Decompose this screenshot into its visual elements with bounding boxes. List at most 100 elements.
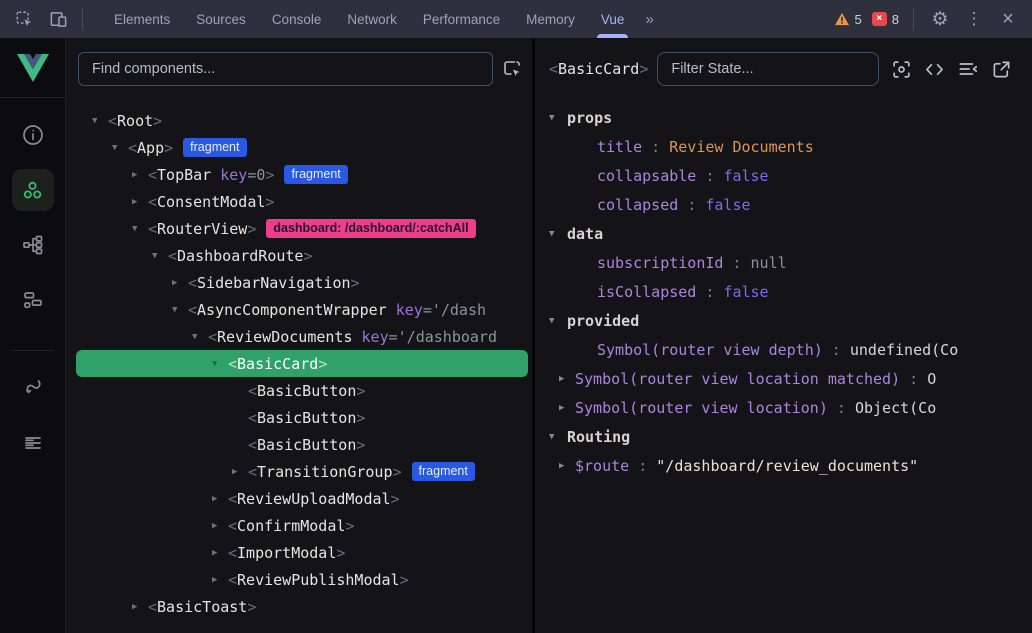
open-in-editor-icon[interactable] — [991, 59, 1012, 80]
find-components-searchbox[interactable] — [78, 52, 493, 86]
collapse-lines-icon[interactable] — [957, 58, 979, 80]
settings-gear-icon[interactable]: ⚙ — [928, 8, 952, 31]
caret-right-icon[interactable]: ▶ — [559, 403, 575, 413]
sidebar-item-info[interactable] — [12, 114, 54, 156]
state-row-subscriptionid[interactable]: subscriptionId : null — [535, 248, 1032, 277]
section-header-data[interactable]: ▼data — [535, 219, 1032, 248]
state-value[interactable]: Object(Co — [855, 399, 936, 417]
state-row-collapsable[interactable]: collapsable : false — [535, 161, 1032, 190]
state-value[interactable]: false — [705, 196, 750, 214]
tree-row-ReviewPublishModal[interactable]: ▶<ReviewPublishModal> — [76, 566, 528, 593]
info-icon — [21, 123, 45, 147]
sidebar-item-plugins[interactable] — [12, 422, 54, 464]
component-tag: <ReviewDocuments key='/dashboard — [208, 328, 497, 346]
state-value[interactable]: "/dashboard/review_documents" — [656, 457, 918, 475]
caret-right-icon[interactable]: ▶ — [132, 197, 148, 207]
tree-row-BasicButton[interactable]: <BasicButton> — [76, 431, 528, 458]
state-value[interactable]: null — [751, 254, 787, 272]
caret-right-icon[interactable]: ▶ — [232, 467, 248, 477]
select-component-in-page-icon[interactable] — [502, 59, 522, 79]
state-row-symbol-router-view-location-[interactable]: ▶Symbol(router view location) : Object(C… — [535, 393, 1032, 422]
sidebar-item-components[interactable] — [12, 169, 54, 211]
state-value[interactable]: undefined(Co — [850, 341, 958, 359]
state-row-collapsed[interactable]: collapsed : false — [535, 190, 1032, 219]
caret-down-icon[interactable]: ▼ — [549, 229, 567, 239]
caret-down-icon[interactable]: ▼ — [132, 224, 148, 234]
tree-row-BasicCard[interactable]: ▼<BasicCard> — [76, 350, 528, 377]
tree-row-SidebarNavigation[interactable]: ▶<SidebarNavigation> — [76, 269, 528, 296]
tree-row-ReviewDocuments[interactable]: ▼<ReviewDocuments key='/dashboard — [76, 323, 528, 350]
caret-right-icon[interactable]: ▶ — [212, 548, 228, 558]
tree-row-ImportModal[interactable]: ▶<ImportModal> — [76, 539, 528, 566]
sidebar-item-custom-inspector[interactable] — [12, 279, 54, 321]
tree-row-BasicToast[interactable]: ▶<BasicToast> — [76, 593, 528, 620]
more-tabs-button[interactable]: » — [637, 11, 659, 28]
tree-row-ConsentModal[interactable]: ▶<ConsentModal> — [76, 188, 528, 215]
tree-row-App[interactable]: ▼<App>fragment — [76, 134, 528, 161]
warnings-indicator[interactable]: 5 — [834, 12, 862, 27]
caret-down-icon[interactable]: ▼ — [549, 316, 567, 326]
sidebar-divider — [12, 350, 54, 351]
close-devtools-icon[interactable]: × — [996, 8, 1020, 31]
tab-elements[interactable]: Elements — [101, 0, 183, 38]
caret-right-icon[interactable]: ▶ — [132, 602, 148, 612]
tab-network[interactable]: Network — [334, 0, 410, 38]
state-value[interactable]: false — [723, 283, 768, 301]
tab-vue[interactable]: Vue — [588, 0, 638, 38]
state-value[interactable]: false — [723, 167, 768, 185]
tree-row-RouterView[interactable]: ▼<RouterView>dashboard: /dashboard/:catc… — [76, 215, 528, 242]
tab-console[interactable]: Console — [259, 0, 335, 38]
tree-row-TransitionGroup[interactable]: ▶<TransitionGroup>fragment — [76, 458, 528, 485]
state-row-$route[interactable]: ▶$route : "/dashboard/review_documents" — [535, 451, 1032, 480]
tree-row-Root[interactable]: ▼<Root> — [76, 107, 528, 134]
caret-right-icon[interactable]: ▶ — [212, 494, 228, 504]
caret-right-icon[interactable]: ▶ — [212, 521, 228, 531]
tree-row-AsyncComponentWrapper[interactable]: ▼<AsyncComponentWrapper key='/dash — [76, 296, 528, 323]
caret-right-icon[interactable]: ▶ — [172, 278, 188, 288]
tree-row-BasicButton[interactable]: <BasicButton> — [76, 377, 528, 404]
section-header-provided[interactable]: ▼provided — [535, 306, 1032, 335]
tab-sources[interactable]: Sources — [183, 0, 259, 38]
vue-logo — [0, 39, 65, 97]
section-header-props[interactable]: ▼props — [535, 103, 1032, 132]
tab-memory[interactable]: Memory — [513, 0, 588, 38]
find-components-input[interactable] — [90, 60, 481, 78]
tree-row-BasicButton[interactable]: <BasicButton> — [76, 404, 528, 431]
tree-row-ConfirmModal[interactable]: ▶<ConfirmModal> — [76, 512, 528, 539]
tab-performance[interactable]: Performance — [410, 0, 513, 38]
inspect-dom-icon[interactable] — [924, 59, 945, 80]
caret-right-icon[interactable]: ▶ — [559, 374, 575, 384]
state-row-title[interactable]: title : Review Documents — [535, 132, 1032, 161]
tree-row-ReviewUploadModal[interactable]: ▶<ReviewUploadModal> — [76, 485, 528, 512]
state-row-symbol-router-view-location-matched-[interactable]: ▶Symbol(router view location matched) : … — [535, 364, 1032, 393]
state-row-symbol-router-view-depth-[interactable]: Symbol(router view depth) : undefined(Co — [535, 335, 1032, 364]
state-row-iscollapsed[interactable]: isCollapsed : false — [535, 277, 1032, 306]
state-key: collapsable — [597, 167, 696, 185]
caret-down-icon[interactable]: ▼ — [212, 359, 228, 369]
sidebar-item-component-tree[interactable] — [12, 224, 54, 266]
filter-state-box[interactable] — [657, 52, 879, 86]
inspect-element-icon[interactable] — [10, 5, 38, 33]
device-toolbar-icon[interactable] — [44, 5, 72, 33]
caret-down-icon[interactable]: ▼ — [152, 251, 168, 261]
caret-right-icon[interactable]: ▶ — [212, 575, 228, 585]
section-header-routing[interactable]: ▼Routing — [535, 422, 1032, 451]
kebab-menu-icon[interactable]: ⋮ — [962, 9, 986, 29]
caret-down-icon[interactable]: ▼ — [549, 432, 567, 442]
caret-down-icon[interactable]: ▼ — [549, 113, 567, 123]
state-value[interactable]: O — [927, 370, 936, 388]
errors-indicator[interactable]: × 8 — [872, 12, 899, 27]
sidebar-item-timeline[interactable] — [12, 367, 54, 409]
caret-right-icon[interactable]: ▶ — [559, 461, 575, 471]
fragment-badge: fragment — [183, 138, 246, 157]
filter-state-input[interactable] — [669, 60, 867, 78]
caret-right-icon[interactable]: ▶ — [132, 170, 148, 180]
tree-row-DashboardRoute[interactable]: ▼<DashboardRoute> — [76, 242, 528, 269]
caret-down-icon[interactable]: ▼ — [112, 143, 128, 153]
scroll-to-component-icon[interactable] — [891, 59, 912, 80]
caret-down-icon[interactable]: ▼ — [92, 116, 108, 126]
tree-row-TopBar[interactable]: ▶<TopBar key=0>fragment — [76, 161, 528, 188]
state-value[interactable]: Review Documents — [669, 138, 814, 156]
caret-down-icon[interactable]: ▼ — [192, 332, 208, 342]
caret-down-icon[interactable]: ▼ — [172, 305, 188, 315]
